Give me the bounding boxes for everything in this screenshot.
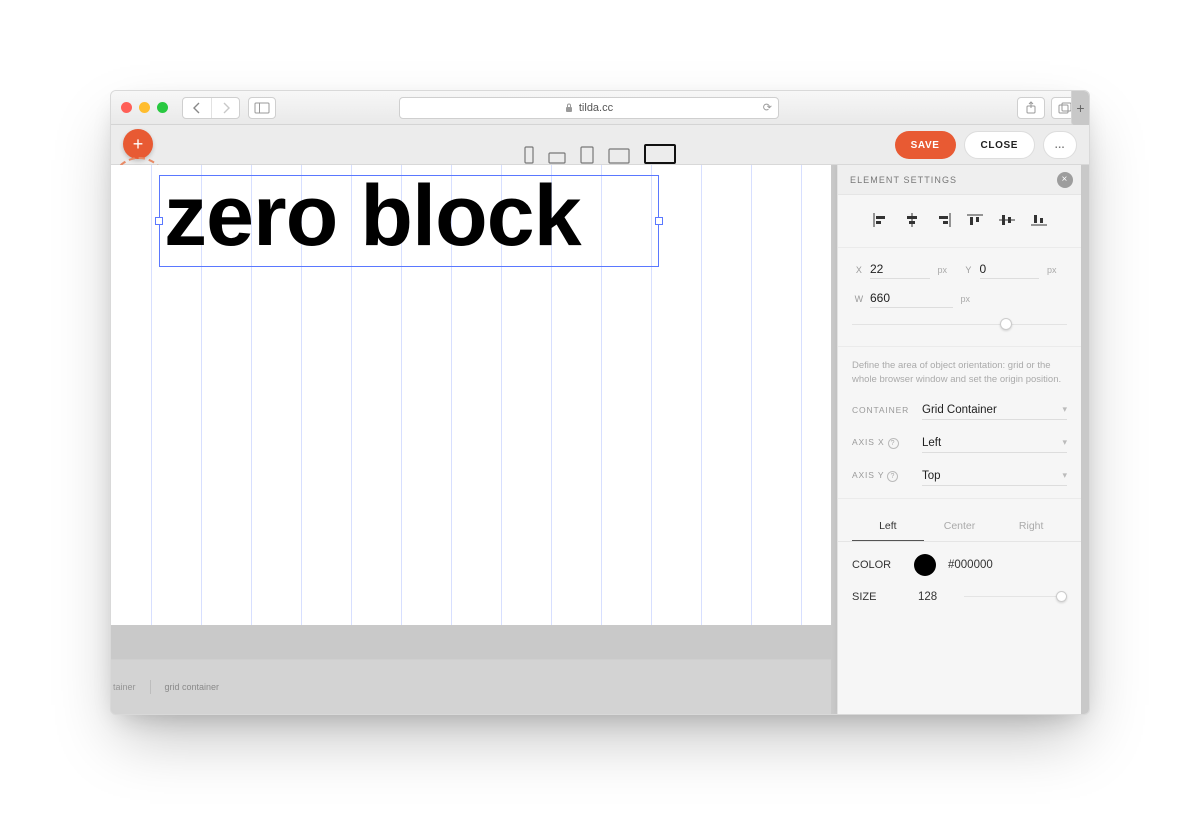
window-close-icon[interactable]	[121, 102, 132, 113]
chevron-down-icon: ▾	[1062, 437, 1067, 448]
axis-x-select[interactable]: Left ▾	[922, 434, 1067, 453]
align-section	[838, 195, 1081, 248]
selected-element[interactable]: zero block	[159, 175, 659, 267]
x-unit: px	[938, 265, 958, 275]
browser-titlebar: tilda.cc ⟳ +	[111, 91, 1089, 125]
chevron-down-icon: ▾	[1062, 470, 1067, 481]
element-settings-panel: ELEMENT SETTINGS × X 22 px Y	[837, 165, 1081, 714]
size-label: SIZE	[852, 591, 902, 603]
align-bottom-icon[interactable]	[1029, 211, 1049, 229]
grid-guide	[751, 165, 752, 625]
address-bar[interactable]: tilda.cc ⟳	[399, 97, 779, 119]
align-center-h-icon[interactable]	[902, 211, 922, 229]
y-unit: px	[1047, 265, 1067, 275]
origin-section: Define the area of object orientation: g…	[838, 347, 1081, 499]
app-toolbar: + SAVE CLOSE ...	[111, 125, 1089, 165]
canvas-area: + /*placeholder*/ zero block tainer grid…	[111, 165, 1089, 714]
canvas-text[interactable]: zero block	[160, 176, 658, 258]
resize-handle-right[interactable]	[655, 217, 663, 225]
align-center-v-icon[interactable]	[997, 211, 1017, 229]
nav-forward-button[interactable]	[211, 98, 239, 118]
y-label: Y	[962, 265, 976, 275]
device-tablet-portrait[interactable]	[580, 146, 594, 164]
typography-section: Left Center Right COLOR #000000 SIZE 128	[838, 499, 1081, 616]
close-label: CLOSE	[981, 140, 1018, 151]
help-icon[interactable]: ?	[888, 438, 899, 449]
width-slider[interactable]	[908, 318, 1067, 332]
w-input[interactable]: 660	[870, 289, 953, 308]
footer-tainer: tainer	[113, 682, 136, 692]
more-button[interactable]: ...	[1043, 131, 1077, 159]
traffic-lights	[121, 102, 168, 113]
container-value: Grid Container	[922, 404, 997, 416]
footer-grid-container: grid container	[165, 682, 220, 692]
container-label: CONTAINER	[852, 405, 922, 415]
slider-knob[interactable]	[1000, 318, 1012, 330]
nav-back-forward	[182, 97, 240, 119]
canvas-footer: tainer grid container	[111, 659, 831, 714]
color-value[interactable]: #000000	[948, 559, 993, 571]
new-tab-button[interactable]: +	[1071, 91, 1089, 125]
chevron-down-icon: ▾	[1062, 404, 1067, 415]
axis-y-value: Top	[922, 470, 941, 482]
align-left-icon[interactable]	[870, 211, 890, 229]
address-url: tilda.cc	[579, 102, 613, 114]
lock-icon	[565, 103, 573, 113]
color-swatch[interactable]	[914, 554, 936, 576]
device-mobile-landscape[interactable]	[548, 152, 566, 164]
w-label: W	[852, 294, 866, 304]
browser-window: tilda.cc ⟳ + + SAVE CLOSE ...	[110, 90, 1090, 715]
color-label: COLOR	[852, 559, 902, 571]
footer-separator	[150, 680, 151, 694]
axis-x-value: Left	[922, 437, 941, 449]
w-unit: px	[961, 294, 981, 304]
size-value[interactable]: 128	[918, 591, 948, 603]
size-slider[interactable]	[964, 590, 1067, 604]
slider-knob[interactable]	[1056, 591, 1067, 602]
save-button[interactable]: SAVE	[895, 131, 956, 159]
align-top-icon[interactable]	[965, 211, 985, 229]
axis-y-select[interactable]: Top ▾	[922, 467, 1067, 486]
resize-handle-left[interactable]	[155, 217, 163, 225]
grid-guide	[151, 165, 152, 625]
save-label: SAVE	[911, 140, 940, 151]
device-tablet-landscape[interactable]	[608, 148, 630, 164]
axis-x-label: AXIS X?	[852, 437, 922, 449]
tab-right[interactable]: Right	[995, 511, 1067, 541]
reload-icon[interactable]: ⟳	[763, 101, 772, 114]
container-select[interactable]: Grid Container ▾	[922, 401, 1067, 420]
panel-title: ELEMENT SETTINGS	[850, 175, 957, 185]
device-desktop[interactable]	[644, 144, 676, 164]
more-label: ...	[1055, 140, 1065, 151]
y-input[interactable]: 0	[980, 260, 1040, 279]
position-section: X 22 px Y 0 px W 660 px	[838, 248, 1081, 347]
design-canvas[interactable]: /*placeholder*/ zero block	[111, 165, 831, 625]
help-icon[interactable]: ?	[887, 471, 898, 482]
x-input[interactable]: 22	[870, 260, 930, 279]
sidebar-toggle-button[interactable]	[248, 97, 276, 119]
nav-back-button[interactable]	[183, 98, 211, 118]
device-mobile-small[interactable]	[524, 146, 534, 164]
panel-close-button[interactable]: ×	[1057, 172, 1073, 188]
align-right-icon[interactable]	[934, 211, 954, 229]
text-align-tabs: Left Center Right	[838, 511, 1081, 542]
grid-guide	[701, 165, 702, 625]
close-button[interactable]: CLOSE	[964, 131, 1035, 159]
tab-center[interactable]: Center	[924, 511, 996, 541]
device-preview-tabs	[524, 125, 676, 164]
window-minimize-icon[interactable]	[139, 102, 150, 113]
add-element-button[interactable]: +	[123, 129, 153, 159]
share-button[interactable]	[1017, 97, 1045, 119]
axis-y-label: AXIS Y?	[852, 470, 922, 482]
grid-guide	[801, 165, 802, 625]
origin-note: Define the area of object orientation: g…	[852, 359, 1067, 387]
window-maximize-icon[interactable]	[157, 102, 168, 113]
x-label: X	[852, 265, 866, 275]
tab-left[interactable]: Left	[852, 511, 924, 541]
panel-header: ELEMENT SETTINGS ×	[838, 165, 1081, 195]
